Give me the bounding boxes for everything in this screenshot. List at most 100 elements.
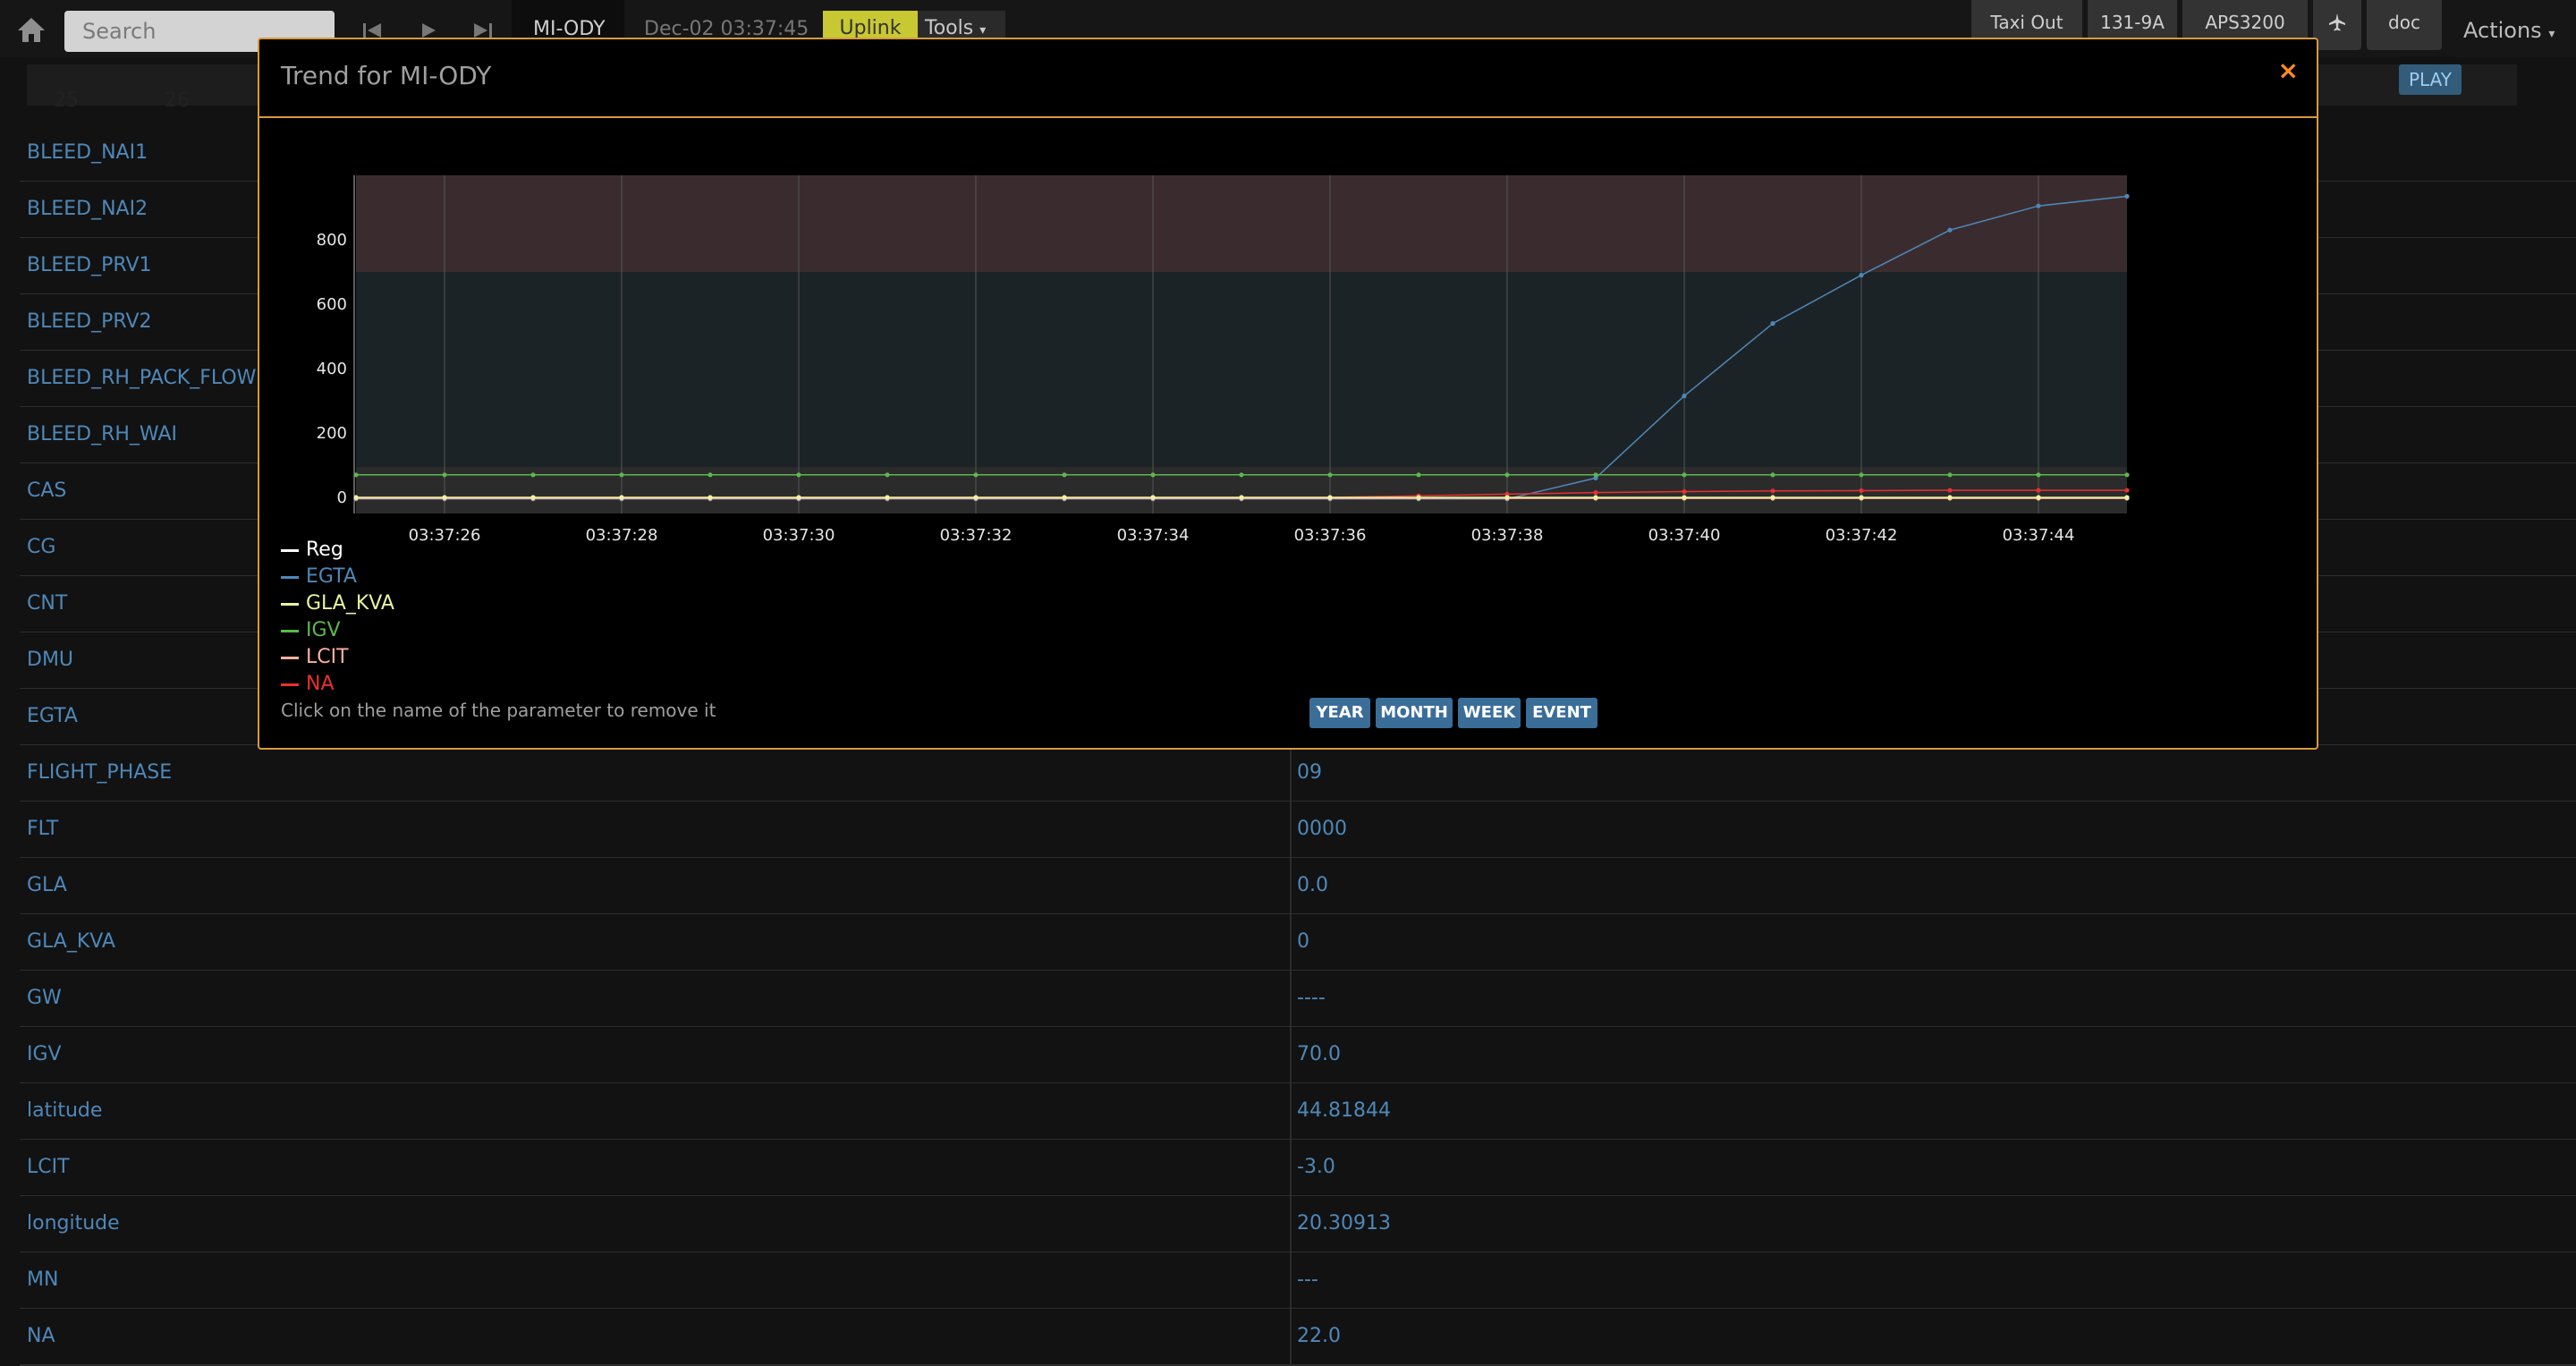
param-name-link[interactable]: NA bbox=[27, 1309, 55, 1364]
y-tick-label: 400 bbox=[317, 360, 347, 378]
table-row: GW ---- bbox=[20, 971, 2576, 1028]
param-name-link[interactable]: FLT bbox=[27, 802, 58, 857]
param-name-link[interactable]: GLA bbox=[27, 858, 67, 913]
param-name-link[interactable]: BLEED_NAI1 bbox=[27, 125, 148, 181]
legend-item[interactable]: EGTA bbox=[281, 564, 394, 590]
param-name-link[interactable]: FLIGHT_PHASE bbox=[27, 745, 172, 801]
param-name-link[interactable]: MN bbox=[27, 1252, 58, 1308]
data-point bbox=[1593, 490, 1598, 496]
column-divider bbox=[1290, 1196, 1292, 1251]
legend-label: LCIT bbox=[306, 646, 349, 668]
data-point bbox=[530, 495, 536, 500]
legend-swatch bbox=[281, 549, 299, 552]
param-name-link[interactable]: CNT bbox=[27, 576, 67, 632]
data-point bbox=[530, 472, 536, 478]
legend-swatch bbox=[281, 683, 299, 686]
param-name-link[interactable]: BLEED_RH_WAI bbox=[27, 407, 177, 462]
param-value: 22.0 bbox=[1297, 1325, 1341, 1347]
param-name-link[interactable]: latitude bbox=[27, 1083, 102, 1139]
data-point bbox=[1859, 273, 1864, 278]
event-button[interactable]: EVENT bbox=[1526, 698, 1597, 728]
week-button[interactable]: WEEK bbox=[1458, 698, 1521, 728]
table-row: NA 22.0 bbox=[20, 1309, 2576, 1366]
param-name-link[interactable]: BLEED_PRV2 bbox=[27, 294, 152, 350]
param-name-link[interactable]: BLEED_RH_PACK_FLOW bbox=[27, 351, 256, 406]
aircraft-button[interactable] bbox=[2313, 0, 2361, 50]
legend-item[interactable]: GLA_KVA bbox=[281, 590, 394, 617]
param-value: 44.81844 bbox=[1297, 1099, 1391, 1122]
param-name-link[interactable]: BLEED_PRV1 bbox=[27, 238, 152, 293]
legend-swatch bbox=[281, 657, 299, 659]
data-point bbox=[973, 472, 979, 478]
column-divider bbox=[1290, 802, 1292, 857]
data-point bbox=[1859, 472, 1864, 478]
play-button[interactable]: PLAY bbox=[2399, 64, 2462, 95]
param-name-link[interactable]: GW bbox=[27, 971, 62, 1026]
data-point bbox=[1682, 495, 1687, 500]
table-row: latitude 44.81844 bbox=[20, 1083, 2576, 1141]
param-name-link[interactable]: CG bbox=[27, 520, 55, 575]
home-icon[interactable] bbox=[16, 16, 47, 43]
x-tick-label: 03:37:38 bbox=[1471, 526, 1544, 545]
data-point bbox=[1504, 472, 1510, 478]
param-value: 0 bbox=[1297, 930, 1309, 953]
x-tick-label: 03:37:36 bbox=[1294, 526, 1367, 545]
remove-hint: Click on the name of the parameter to re… bbox=[281, 700, 716, 721]
column-divider bbox=[1290, 914, 1292, 970]
legend-item[interactable]: NA bbox=[281, 671, 394, 698]
data-point bbox=[619, 495, 624, 500]
param-value: -3.0 bbox=[1297, 1156, 1335, 1178]
legend-label: EGTA bbox=[306, 565, 357, 588]
x-tick-label: 03:37:30 bbox=[763, 526, 835, 545]
year-button[interactable]: YEAR bbox=[1309, 698, 1370, 728]
param-name-link[interactable]: EGTA bbox=[27, 689, 78, 744]
actions-menu[interactable]: Actions ▾ bbox=[2463, 18, 2555, 43]
table-row: LCIT -3.0 bbox=[20, 1140, 2576, 1197]
data-point bbox=[1593, 495, 1598, 500]
data-point bbox=[1947, 495, 1953, 500]
data-point bbox=[1682, 488, 1687, 495]
param-value: 09 bbox=[1297, 761, 1322, 784]
param-name-link[interactable]: DMU bbox=[27, 632, 73, 688]
data-point bbox=[2124, 488, 2130, 493]
param-name-link[interactable]: CAS bbox=[27, 463, 66, 519]
month-button[interactable]: MONTH bbox=[1376, 698, 1453, 728]
data-point bbox=[1859, 488, 1864, 494]
param-name-link[interactable]: longitude bbox=[27, 1196, 120, 1251]
param-name-link[interactable]: BLEED_NAI2 bbox=[27, 182, 148, 237]
y-tick-label: 600 bbox=[317, 295, 347, 314]
data-point bbox=[2124, 193, 2130, 199]
actions-label: Actions bbox=[2463, 18, 2542, 43]
param-value: 70.0 bbox=[1297, 1043, 1341, 1065]
column-divider bbox=[1290, 971, 1292, 1026]
doc-button[interactable]: doc bbox=[2367, 0, 2442, 50]
data-point bbox=[1416, 495, 1421, 500]
legend-item[interactable]: Reg bbox=[281, 537, 394, 564]
data-point bbox=[708, 495, 713, 500]
param-name-link[interactable]: LCIT bbox=[27, 1140, 70, 1195]
param-name-link[interactable]: GLA_KVA bbox=[27, 914, 115, 970]
data-point bbox=[1770, 472, 1775, 478]
legend-label: IGV bbox=[306, 619, 341, 641]
caret-down-icon: ▾ bbox=[979, 23, 987, 38]
data-point bbox=[1770, 488, 1775, 494]
close-icon[interactable]: × bbox=[2278, 55, 2299, 85]
x-tick-label: 03:37:28 bbox=[586, 526, 658, 545]
data-point bbox=[1239, 472, 1244, 478]
legend-item[interactable]: LCIT bbox=[281, 644, 394, 671]
table-row: IGV 70.0 bbox=[20, 1027, 2576, 1084]
column-divider bbox=[1290, 1140, 1292, 1195]
data-point bbox=[885, 495, 890, 500]
trend-chart: 03:37:26 03:37:28 03:37:30 03:37:32 03:37:34… bbox=[317, 175, 2130, 545]
data-point bbox=[796, 495, 801, 500]
param-value: 0000 bbox=[1297, 818, 1347, 840]
column-divider bbox=[1290, 1252, 1292, 1308]
modal-header: Trend for MI-ODY × bbox=[259, 39, 2317, 118]
table-row: FLT 0000 bbox=[20, 802, 2576, 859]
data-point bbox=[1239, 495, 1244, 500]
param-name-link[interactable]: IGV bbox=[27, 1027, 62, 1082]
legend-item[interactable]: IGV bbox=[281, 617, 394, 644]
data-point bbox=[1150, 495, 1156, 500]
legend-label: Reg bbox=[306, 539, 343, 561]
table-row: FLIGHT_PHASE 09 bbox=[20, 745, 2576, 802]
